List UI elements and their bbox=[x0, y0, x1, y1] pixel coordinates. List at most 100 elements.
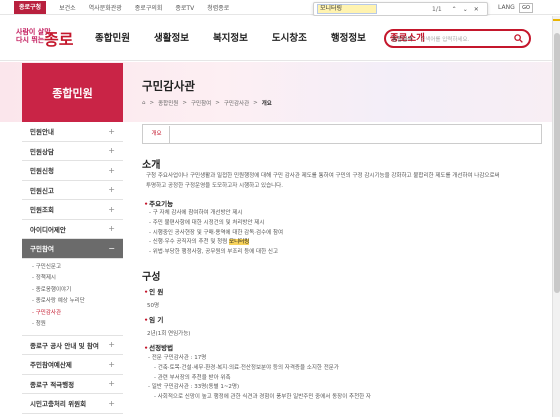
submenu-item[interactable]: - 종로사랑 예상 누리단 bbox=[32, 296, 123, 308]
bullet-icon: • bbox=[144, 316, 149, 324]
list-item: 위법·부당한 행정사항, 공무원의 부조리 등에 대한 신고 bbox=[149, 248, 283, 258]
method-list: 전문 구민감사관 : 17명 건축·토목·건설·세무·환경·복지·의료·전산정보… bbox=[148, 354, 371, 403]
breadcrumb-sep-icon: > bbox=[149, 100, 155, 106]
submenu-item[interactable]: - 정책제시 bbox=[32, 273, 123, 285]
subheading-term-label: 임 기 bbox=[149, 316, 164, 324]
find-input[interactable]: 모니터링 bbox=[317, 4, 377, 14]
submenu-item[interactable]: - 종로옹행이야기 bbox=[32, 285, 123, 297]
subheading-functions: •주요기능 bbox=[144, 198, 173, 208]
plus-icon: + bbox=[108, 224, 115, 234]
sidebar-item-label: 민원신고 bbox=[30, 186, 54, 195]
sidebar: 민원안내 + 민원상담 + 민원신청 + 민원신고 + 민원조회 + 아이디어제안 + 구민… bbox=[22, 122, 123, 414]
scrollbar-thumb[interactable] bbox=[554, 33, 560, 293]
sidebar-item-inquiry[interactable]: 민원조회 + bbox=[22, 200, 123, 220]
sidebar-item-consult[interactable]: 민원상담 + bbox=[22, 142, 123, 161]
sidebar-item-label: 종로구 적극행정 bbox=[30, 380, 75, 389]
section-heading-intro: 소개 bbox=[142, 160, 161, 171]
nav-city[interactable]: 도시창조 bbox=[272, 30, 307, 44]
plus-icon: + bbox=[108, 379, 115, 389]
sidebar-item-apply[interactable]: 민원신청 + bbox=[22, 161, 123, 181]
utility-link-health[interactable]: 보건소 bbox=[59, 3, 76, 14]
sidebar-item-label: 아이디어제안 bbox=[30, 225, 66, 234]
lang-select[interactable]: LANG bbox=[498, 4, 515, 11]
breadcrumb-sep-icon: > bbox=[253, 100, 258, 106]
search-icon[interactable] bbox=[514, 34, 523, 43]
sidebar-item-report[interactable]: 민원신고 + bbox=[22, 181, 123, 200]
list-item: 구 자체 감사에 참여하여 개선방안 제시 bbox=[149, 209, 283, 219]
sidebar-item-label: 시민고충처리 위원회 bbox=[30, 400, 87, 409]
close-icon[interactable]: ✕ bbox=[474, 6, 479, 13]
utility-link-culture[interactable]: 역사문화관광 bbox=[89, 3, 122, 14]
breadcrumb-item[interactable]: 종합민원 bbox=[158, 99, 178, 107]
nav-civil[interactable]: 종합민원 bbox=[95, 30, 130, 44]
submenu-item[interactable]: - 청원 bbox=[32, 319, 123, 331]
tab-overview[interactable]: 개요 bbox=[144, 126, 170, 143]
nav-welfare[interactable]: 복지정보 bbox=[213, 30, 248, 44]
utility-links: 종로구청 보건소 역사문화관광 종로구의회 종로TV 청렴종로 bbox=[14, 1, 229, 14]
sidebar-submenu: - 구민신문고 - 정책제시 - 종로옹행이야기 - 종로사랑 예상 누리단 -… bbox=[22, 259, 123, 336]
site-search: 통합검색 검색어를 입력하세요. bbox=[384, 29, 531, 48]
section-heading-composition: 구성 bbox=[142, 272, 161, 283]
list-item: 전문 구민감사관 : 17명 bbox=[148, 354, 371, 364]
sidebar-item-participation[interactable]: 구민참여 − bbox=[22, 239, 123, 259]
page-scrollbar[interactable] bbox=[552, 16, 560, 417]
list-item: 관련 부서장의 추천을 받아 위촉 bbox=[148, 374, 371, 384]
chevron-up-icon[interactable]: ⌃ bbox=[452, 6, 457, 13]
sidebar-item-grievance[interactable]: 시민고충처리 위원회 + bbox=[22, 394, 123, 414]
subheading-method-label: 선정방법 bbox=[149, 344, 174, 352]
plus-icon: + bbox=[108, 398, 115, 408]
submenu-label: 정책제시 bbox=[35, 275, 56, 281]
search-input[interactable]: 검색어를 입력하세요. bbox=[420, 35, 514, 43]
intro-text-line2: 투명하고 공정한 구정운영을 도모하고자 시행하고 있습니다. bbox=[146, 182, 283, 189]
subheading-members-label: 인 원 bbox=[149, 288, 164, 296]
lang-go-button[interactable]: GO bbox=[519, 3, 533, 13]
breadcrumb-item[interactable]: 구민감사관 bbox=[224, 99, 249, 107]
subheading-term: •임 기 bbox=[144, 314, 163, 324]
list-item: 시행중인 공사현장 및 구매·용역에 대한 감독·검수에 참여 bbox=[149, 229, 283, 239]
breadcrumb-sep-icon: > bbox=[215, 100, 220, 106]
submenu-item-active[interactable]: - 구민감사관 bbox=[32, 308, 123, 320]
search-scope-select[interactable]: 통합검색 bbox=[392, 35, 412, 43]
list-item: 주민 불편사항에 대한 시정건의 및 처리방안 제시 bbox=[149, 219, 283, 229]
nav-life[interactable]: 생활정보 bbox=[154, 30, 189, 44]
intro-text: 구청 주요사업이나 구민생활과 밀접한 민원행정에 대해 구민 감사관 제도를 … bbox=[146, 172, 536, 191]
search-highlight: 모니터링 bbox=[229, 239, 250, 246]
sidebar-item-proactive[interactable]: 종로구 적극행정 + bbox=[22, 375, 123, 394]
site-logo[interactable]: 사람이 살맛 다시 뛰는 종로 bbox=[14, 22, 79, 54]
sidebar-item-construction[interactable]: 종로구 공사 안내 및 참여 + bbox=[22, 336, 123, 355]
sidebar-title: 종합민원 bbox=[22, 63, 123, 122]
utility-link-integrity[interactable]: 청렴종로 bbox=[207, 3, 229, 14]
breadcrumb-item[interactable]: 구민참여 bbox=[191, 99, 211, 107]
sidebar-item-budget[interactable]: 주민참여예산제 + bbox=[22, 355, 123, 375]
sidebar-item-label: 구민참여 bbox=[30, 245, 54, 254]
list-item-with-highlight: 신행·우수 공직자의 추천 및 청렴 모니터링 bbox=[149, 238, 283, 248]
sidebar-item-idea[interactable]: 아이디어제안 + bbox=[22, 220, 123, 239]
bullet-icon: • bbox=[144, 288, 149, 296]
sidebar-item-label: 종로구 공사 안내 및 참여 bbox=[30, 341, 99, 350]
submenu-item[interactable]: - 구민신문고 bbox=[32, 262, 123, 274]
find-match-marker bbox=[553, 19, 560, 21]
subheading-functions-label: 주요기능 bbox=[149, 200, 174, 208]
breadcrumb: ⌂ > 종합민원 > 구민참여 > 구민감사관 > 개요 bbox=[142, 99, 272, 107]
sidebar-item-label: 민원조회 bbox=[30, 206, 54, 215]
utility-link-tv[interactable]: 종로TV bbox=[175, 3, 194, 14]
breadcrumb-current: 개요 bbox=[261, 101, 272, 107]
utility-link-council[interactable]: 종로구의회 bbox=[135, 3, 163, 14]
bullet-icon: • bbox=[144, 344, 149, 352]
nav-admin[interactable]: 행정정보 bbox=[331, 30, 366, 44]
chevron-down-icon[interactable]: ⌄ bbox=[463, 6, 468, 13]
submenu-label: 청원 bbox=[35, 321, 46, 327]
term-value: 2년(1회 연임가능) bbox=[147, 331, 191, 337]
find-count: 1/1 bbox=[432, 5, 442, 13]
bullet-icon: • bbox=[144, 200, 149, 208]
plus-icon: + bbox=[108, 165, 115, 175]
minus-icon: − bbox=[108, 243, 115, 253]
subheading-members: •인 원 bbox=[144, 286, 163, 296]
sidebar-item-guide[interactable]: 민원안내 + bbox=[22, 122, 123, 142]
content-tabs: 개요 bbox=[142, 124, 542, 144]
plus-icon: + bbox=[108, 126, 115, 136]
plus-icon: + bbox=[108, 185, 115, 195]
submenu-label: 구민신문고 bbox=[35, 263, 62, 270]
utility-link-jongno[interactable]: 종로구청 bbox=[14, 1, 47, 14]
home-icon[interactable]: ⌂ bbox=[142, 100, 146, 106]
